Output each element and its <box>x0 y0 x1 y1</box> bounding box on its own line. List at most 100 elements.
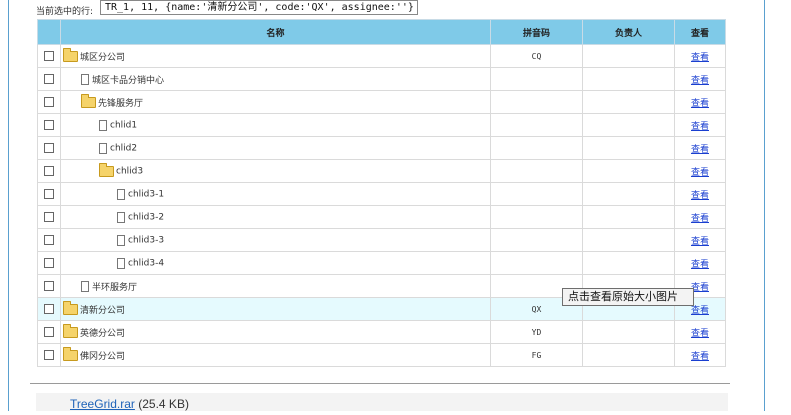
row-checkbox-cell <box>37 274 61 298</box>
row-checkbox[interactable] <box>44 50 54 61</box>
row-name: 先锋服务厅 <box>98 98 144 109</box>
view-link[interactable]: 查看 <box>691 191 709 201</box>
view-link[interactable]: 查看 <box>691 260 709 270</box>
row-checkbox[interactable] <box>44 119 54 130</box>
header-checkbox-cell <box>37 19 61 45</box>
row-code <box>490 67 583 91</box>
view-original-tooltip: 点击查看原始大小图片 <box>562 288 694 306</box>
view-link[interactable]: 查看 <box>691 329 709 339</box>
row-assignee <box>582 228 675 252</box>
row-assignee <box>582 113 675 137</box>
row-checkbox[interactable] <box>44 234 54 245</box>
view-link[interactable]: 查看 <box>691 168 709 178</box>
row-checkbox[interactable] <box>44 211 54 222</box>
folder-icon[interactable] <box>99 162 114 177</box>
file-icon[interactable] <box>117 257 125 269</box>
row-view-cell: 查看 <box>674 90 726 114</box>
row-name-cell: chlid3-4 <box>60 251 491 275</box>
header-view: 查看 <box>674 19 726 45</box>
row-view-cell: 查看 <box>674 67 726 91</box>
row-checkbox-cell <box>37 297 61 321</box>
row-checkbox[interactable] <box>44 142 54 153</box>
row-view-cell: 查看 <box>674 182 726 206</box>
file-icon[interactable] <box>81 280 89 292</box>
view-link[interactable]: 查看 <box>691 99 709 109</box>
content-divider <box>30 383 730 384</box>
view-link[interactable]: 查看 <box>691 352 709 362</box>
row-name: chlid3 <box>116 166 144 176</box>
folder-icon[interactable] <box>81 93 96 108</box>
row-checkbox[interactable] <box>44 326 54 337</box>
row-name-cell: chlid2 <box>60 136 491 160</box>
view-link[interactable]: 查看 <box>691 306 709 316</box>
table-row[interactable]: 城区分公司 CQ 查看 <box>37 44 726 68</box>
row-checkbox[interactable] <box>44 96 54 107</box>
row-name: chlid3-2 <box>128 212 165 222</box>
header-name: 名称 <box>60 19 491 45</box>
table-row[interactable]: chlid2 查看 <box>37 136 726 160</box>
selected-row-field[interactable]: TR_1, 11, {name:'清新分公司', code:'QX', assi… <box>100 0 418 15</box>
row-name: 清新分公司 <box>80 305 126 316</box>
row-name-cell: 先锋服务厅 <box>60 90 491 114</box>
folder-icon[interactable] <box>63 47 78 62</box>
attachment-bar: TreeGrid.rar (25.4 KB) <box>36 393 728 411</box>
row-checkbox[interactable] <box>44 349 54 360</box>
header-code: 拼音码 <box>490 19 583 45</box>
view-link[interactable]: 查看 <box>691 237 709 247</box>
row-view-cell: 查看 <box>674 136 726 160</box>
table-row[interactable]: 先锋服务厅 查看 <box>37 90 726 114</box>
row-checkbox[interactable] <box>44 280 54 291</box>
row-checkbox-cell <box>37 136 61 160</box>
view-link[interactable]: 查看 <box>691 122 709 132</box>
view-link[interactable]: 查看 <box>691 145 709 155</box>
row-code <box>490 136 583 160</box>
row-name: 城区卡品分销中心 <box>92 75 165 86</box>
table-row[interactable]: chlid3-1 查看 <box>37 182 726 206</box>
file-icon[interactable] <box>81 73 89 85</box>
table-row[interactable]: chlid3-3 查看 <box>37 228 726 252</box>
row-checkbox-cell <box>37 251 61 275</box>
file-icon[interactable] <box>99 142 107 154</box>
row-name-cell: 清新分公司 <box>60 297 491 321</box>
row-name-cell: chlid3 <box>60 159 491 183</box>
row-name: chlid3-4 <box>128 258 165 268</box>
folder-icon[interactable] <box>63 323 78 338</box>
table-row[interactable]: chlid1 查看 <box>37 113 726 137</box>
file-icon[interactable] <box>117 211 125 223</box>
row-code <box>490 113 583 137</box>
table-header-row: 名称 拼音码 负责人 查看 <box>37 19 726 45</box>
header-assignee: 负责人 <box>582 19 675 45</box>
folder-icon[interactable] <box>63 300 78 315</box>
row-name: chlid2 <box>110 143 138 153</box>
file-icon[interactable] <box>99 119 107 131</box>
view-link[interactable]: 查看 <box>691 53 709 63</box>
file-icon[interactable] <box>117 188 125 200</box>
page-frame-right-border <box>764 0 765 411</box>
row-checkbox[interactable] <box>44 73 54 84</box>
table-row[interactable]: chlid3-2 查看 <box>37 205 726 229</box>
row-name-cell: 佛冈分公司 <box>60 343 491 367</box>
attachment-link[interactable]: TreeGrid.rar <box>70 397 135 411</box>
row-name: 英德分公司 <box>80 328 126 339</box>
row-checkbox-cell <box>37 228 61 252</box>
table-row[interactable]: chlid3-4 查看 <box>37 251 726 275</box>
table-row[interactable]: 城区卡品分销中心 查看 <box>37 67 726 91</box>
row-name: 半环服务厅 <box>92 282 138 293</box>
row-checkbox-cell <box>37 90 61 114</box>
row-checkbox[interactable] <box>44 188 54 199</box>
row-checkbox[interactable] <box>44 257 54 268</box>
folder-icon[interactable] <box>63 346 78 361</box>
view-link[interactable]: 查看 <box>691 76 709 86</box>
tree-grid-body: 城区分公司 CQ 查看 城区卡品分销中心 查看 先锋服务厅 查看 chlid1 查看 chlid2… <box>37 44 726 367</box>
table-row[interactable]: chlid3 查看 <box>37 159 726 183</box>
file-icon[interactable] <box>117 234 125 246</box>
row-checkbox[interactable] <box>44 303 54 314</box>
view-link[interactable]: 查看 <box>691 214 709 224</box>
row-assignee <box>582 205 675 229</box>
table-row[interactable]: 英德分公司 YD 查看 <box>37 320 726 344</box>
row-checkbox[interactable] <box>44 165 54 176</box>
row-assignee <box>582 90 675 114</box>
row-code: FG <box>490 343 583 367</box>
row-view-cell: 查看 <box>674 205 726 229</box>
table-row[interactable]: 佛冈分公司 FG 查看 <box>37 343 726 367</box>
